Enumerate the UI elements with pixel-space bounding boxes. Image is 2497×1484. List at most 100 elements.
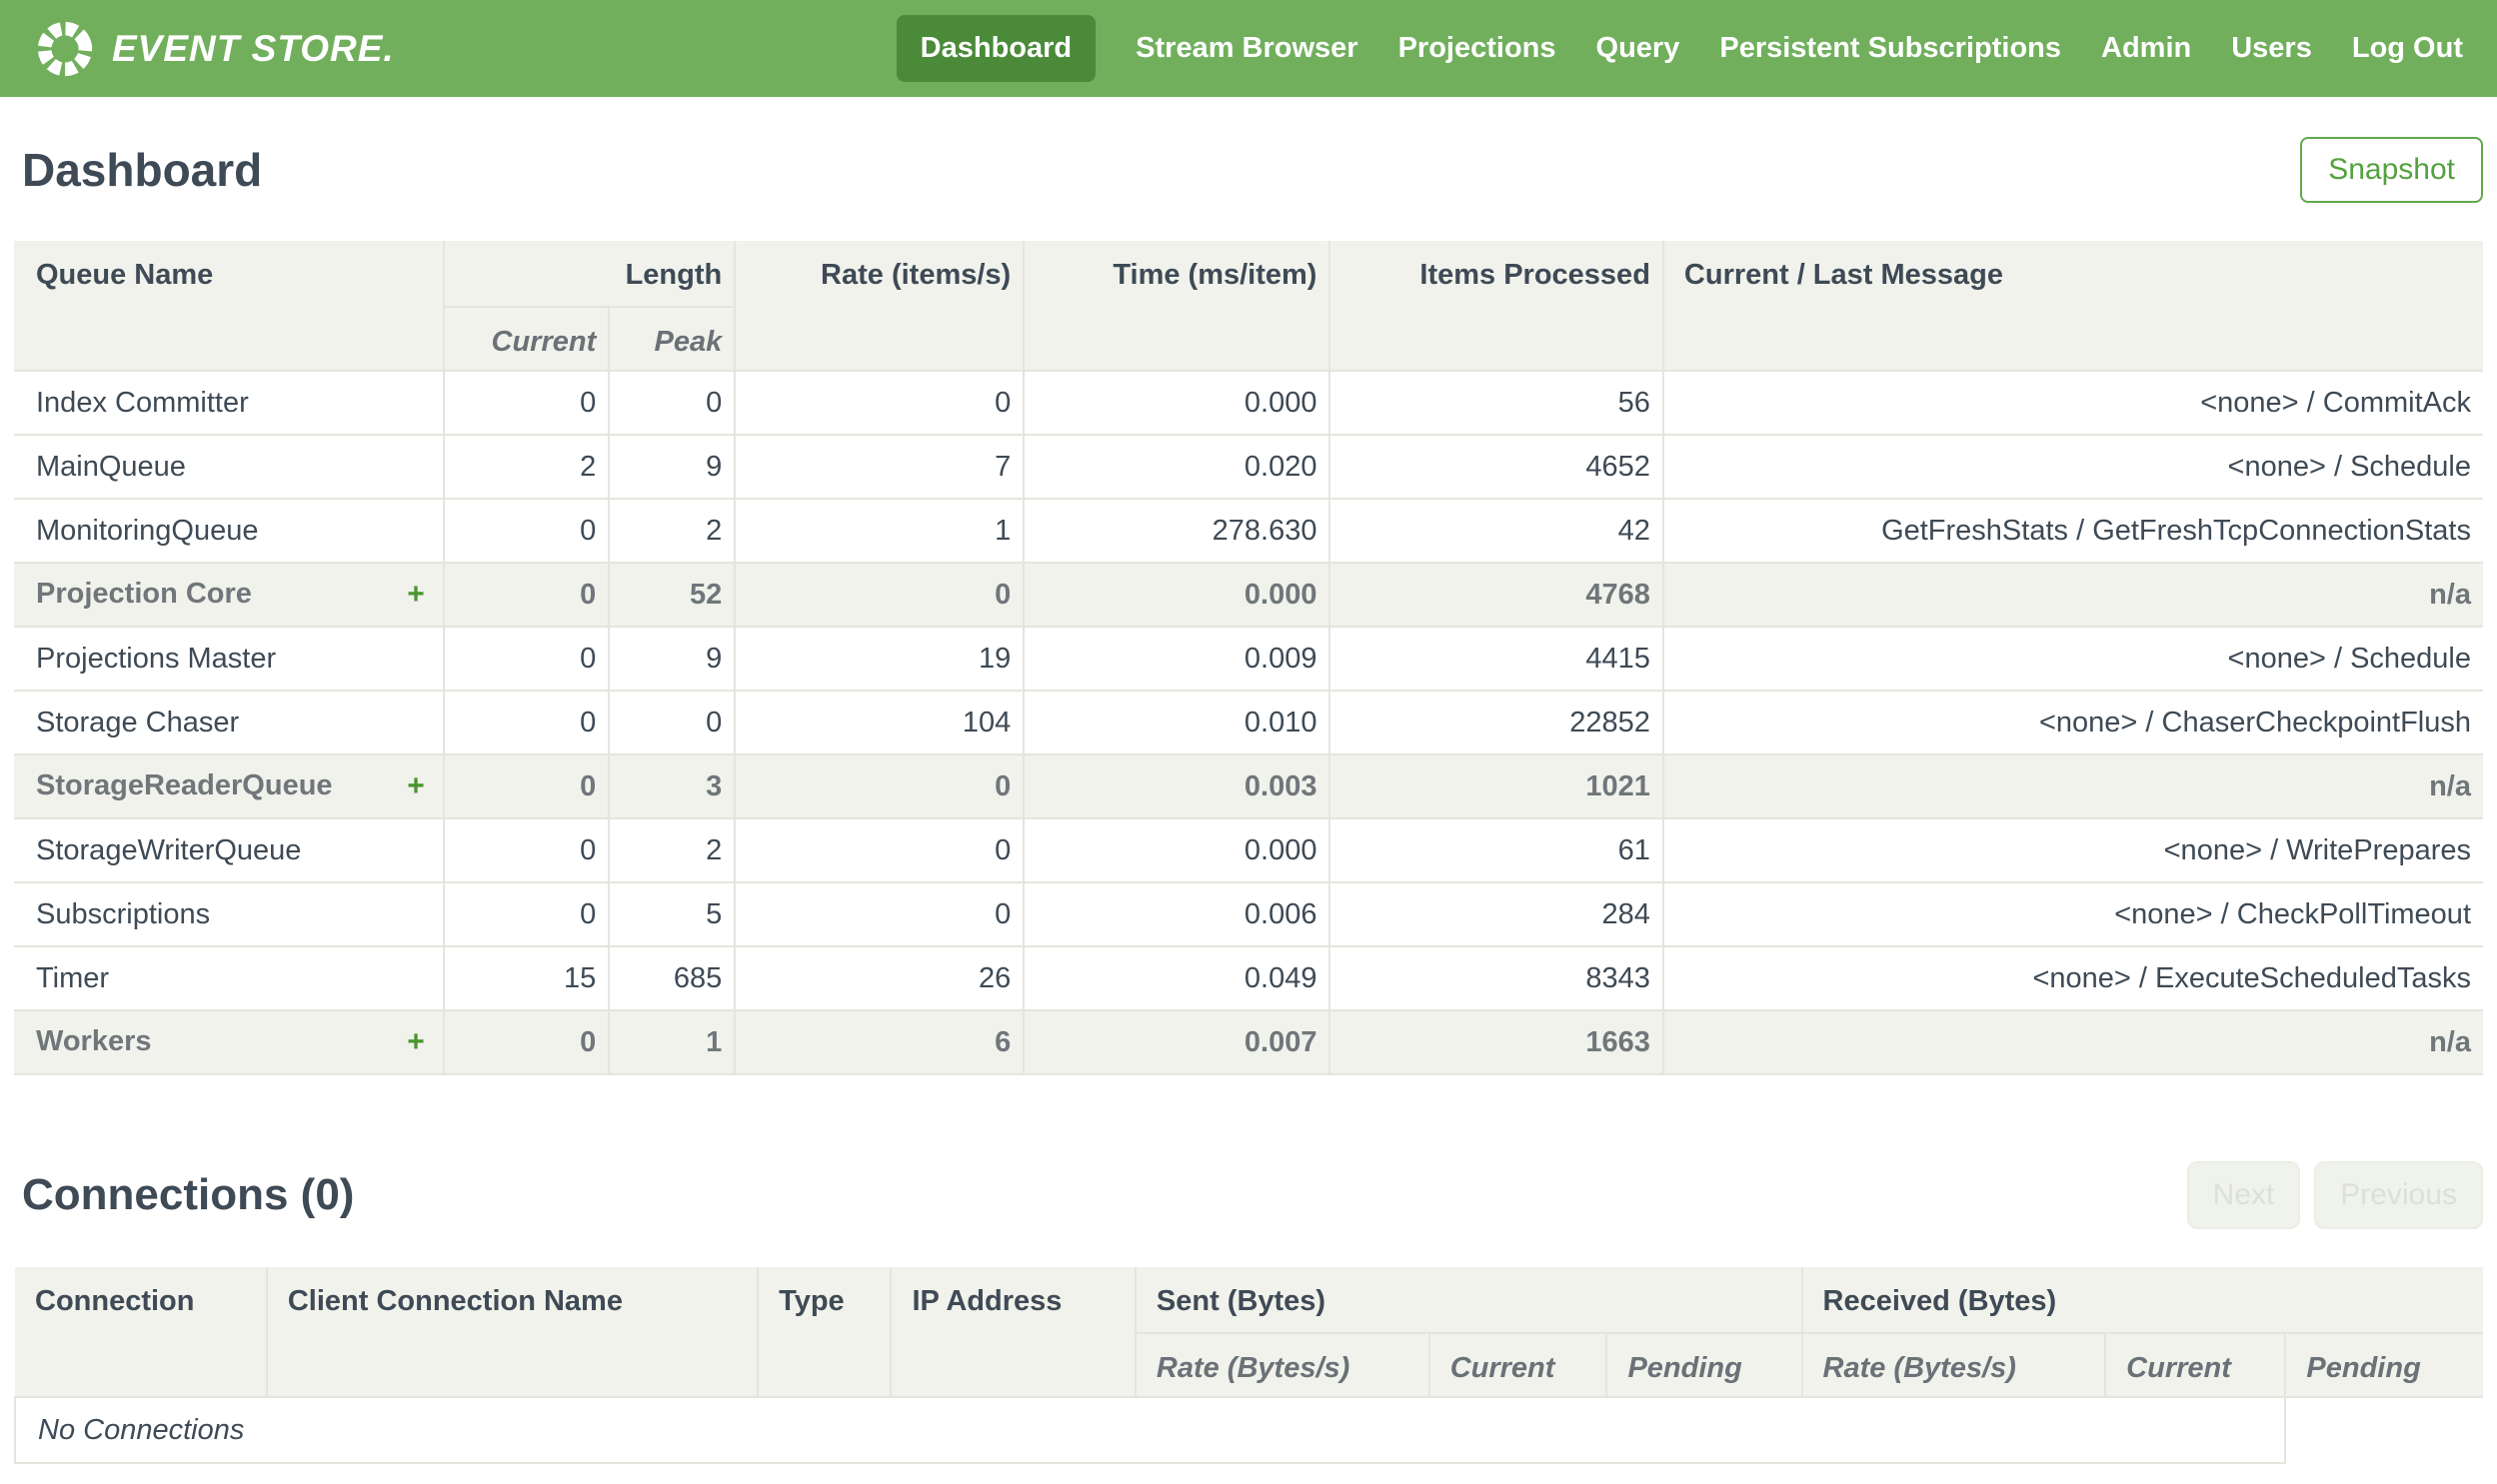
queue-current-cell: 0 [442, 817, 611, 883]
col-sent-rate: Rate (Bytes/s) [1135, 1332, 1430, 1398]
col-sent-pending: Pending [1605, 1332, 1803, 1398]
no-connections-label: No Connections [13, 1396, 2287, 1464]
queue-row: MonitoringQueue 0 2 1 278.630 42 GetFreshStats… [14, 498, 2483, 564]
queue-name: Projections Master [36, 642, 277, 675]
queue-time-cell: 0.000 [1023, 370, 1331, 436]
connections-header: Connections (0) Next Previous [14, 1161, 2483, 1229]
queue-items-cell: 56 [1328, 370, 1664, 436]
queue-name: StorageReaderQueue [36, 769, 333, 801]
col-sent-bytes: Sent (Bytes) [1134, 1267, 1803, 1334]
queue-peak-cell: 2 [608, 498, 737, 564]
queue-name: Subscriptions [36, 897, 211, 930]
nav-item-stream-browser[interactable]: Stream Browser [1136, 15, 1357, 82]
queue-peak-cell: 52 [608, 562, 737, 628]
nav-item-admin[interactable]: Admin [2101, 15, 2191, 82]
queue-items-cell: 4768 [1328, 562, 1664, 628]
queue-name: MonitoringQueue [36, 514, 259, 547]
queue-time-cell: 0.007 [1023, 1009, 1331, 1075]
col-received-bytes: Received (Bytes) [1800, 1267, 2483, 1334]
queues-table-body: Index Committer 0 0 0 0.000 56 <none> / Commit… [14, 370, 2483, 1075]
queue-message-cell: n/a [1661, 753, 2483, 819]
col-rate: Rate (items/s) [734, 241, 1026, 372]
snapshot-button[interactable]: Snapshot [2300, 137, 2483, 203]
queue-name-cell: StorageWriterQueue [14, 817, 445, 883]
expand-queue-group-button[interactable]: + [407, 1025, 431, 1059]
nav-item-projections[interactable]: Projections [1398, 15, 1556, 82]
queue-items-cell: 4415 [1328, 626, 1664, 692]
queue-current-cell: 0 [442, 562, 611, 628]
nav-item-dashboard[interactable]: Dashboard [896, 15, 1097, 82]
connections-empty-row: No Connections [13, 1396, 2483, 1464]
next-button[interactable]: Next [2186, 1161, 2301, 1229]
queue-items-cell: 4652 [1328, 434, 1664, 500]
queue-message-cell: GetFreshStats / GetFreshTcpConnectionSta… [1661, 498, 2483, 564]
queue-name: MainQueue [36, 450, 186, 483]
nav-item-log-out[interactable]: Log Out [2352, 15, 2463, 82]
queue-time-cell: 0.000 [1023, 817, 1331, 883]
expand-queue-group-button[interactable]: + [407, 769, 431, 803]
queue-name-cell: MainQueue [14, 434, 445, 500]
queue-name-cell: Storage Chaser [14, 690, 445, 755]
queue-rate-cell: 1 [734, 498, 1026, 564]
col-sent-current: Current [1427, 1332, 1608, 1398]
queue-message-cell: <none> / ChaserCheckpointFlush [1661, 690, 2483, 755]
queue-time-cell: 0.000 [1023, 562, 1331, 628]
queue-items-cell: 61 [1328, 817, 1664, 883]
queue-name: Index Committer [36, 386, 249, 419]
queue-rate-cell: 0 [734, 370, 1026, 436]
queue-row: MainQueue 2 9 7 0.020 4652 <none> / Schedule [14, 434, 2483, 500]
queue-rate-cell: 0 [734, 753, 1026, 819]
col-client-connection-name: Client Connection Name [265, 1267, 760, 1398]
queue-peak-cell: 9 [608, 434, 737, 500]
queue-name: StorageWriterQueue [36, 833, 302, 866]
nav-item-users[interactable]: Users [2231, 15, 2312, 82]
queue-name: Projection Core [36, 578, 252, 610]
previous-button[interactable]: Previous [2314, 1161, 2483, 1229]
queue-rate-cell: 19 [734, 626, 1026, 692]
queue-items-cell: 1663 [1328, 1009, 1664, 1075]
queue-rate-cell: 7 [734, 434, 1026, 500]
col-received-current: Current [2104, 1332, 2287, 1398]
connections-title: Connections (0) [22, 1170, 355, 1219]
nav-item-persistent-subscriptions[interactable]: Persistent Subscriptions [1719, 15, 2061, 82]
queue-row: + Workers 0 1 6 0.007 1663 n/a [14, 1009, 2483, 1075]
nav-item-query[interactable]: Query [1596, 15, 1680, 82]
queue-time-cell: 0.003 [1023, 753, 1331, 819]
queue-time-cell: 278.630 [1023, 498, 1331, 564]
queue-row: + StorageReaderQueue 0 3 0 0.003 1021 n/a [14, 753, 2483, 819]
queue-message-cell: <none> / CommitAck [1661, 370, 2483, 436]
queue-rate-cell: 0 [734, 817, 1026, 883]
queue-message-cell: n/a [1661, 562, 2483, 628]
queue-name: Workers [36, 1025, 152, 1057]
queue-time-cell: 0.020 [1023, 434, 1331, 500]
queue-time-cell: 0.006 [1023, 881, 1331, 947]
queue-time-cell: 0.009 [1023, 626, 1331, 692]
queue-current-cell: 0 [442, 1009, 611, 1075]
queue-name: Storage Chaser [36, 706, 240, 739]
connections-pager: Next Previous [2186, 1161, 2483, 1229]
queue-items-cell: 1021 [1328, 753, 1664, 819]
queue-rate-cell: 26 [734, 945, 1026, 1011]
queue-name-cell: MonitoringQueue [14, 498, 445, 564]
queue-row: + Projection Core 0 52 0 0.000 4768 n/a [14, 562, 2483, 628]
queue-items-cell: 42 [1328, 498, 1664, 564]
queue-peak-cell: 3 [608, 753, 737, 819]
queue-rate-cell: 0 [734, 881, 1026, 947]
queue-name-cell: Timer [14, 945, 445, 1011]
queue-name-cell: Subscriptions [14, 881, 445, 947]
queue-peak-cell: 5 [608, 881, 737, 947]
queue-time-cell: 0.010 [1023, 690, 1331, 755]
queue-peak-cell: 0 [608, 370, 737, 436]
col-message: Current / Last Message [1661, 241, 2483, 372]
col-ip-address: IP Address [890, 1267, 1137, 1398]
col-received-pending: Pending [2284, 1332, 2483, 1398]
queue-current-cell: 0 [442, 881, 611, 947]
col-connection: Connection [15, 1267, 268, 1398]
queue-current-cell: 0 [442, 626, 611, 692]
queue-row: Index Committer 0 0 0 0.000 56 <none> / Commit… [14, 370, 2483, 436]
col-received-rate: Rate (Bytes/s) [1800, 1332, 2107, 1398]
queue-row: Projections Master 0 9 19 0.009 4415 <none> / … [14, 626, 2483, 692]
queue-rate-cell: 104 [734, 690, 1026, 755]
queue-current-cell: 0 [442, 690, 611, 755]
expand-queue-group-button[interactable]: + [407, 578, 431, 612]
